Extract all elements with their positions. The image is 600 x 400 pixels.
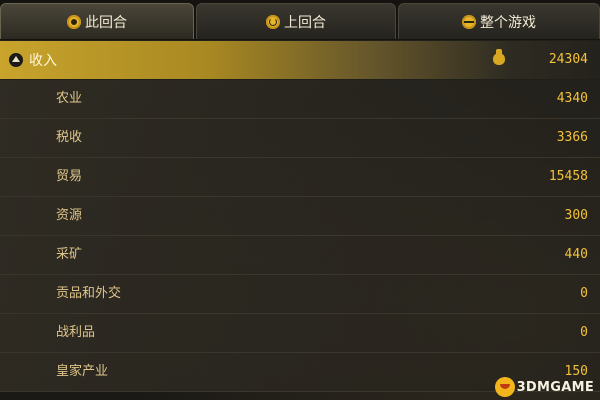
- tab-label: 此回合: [85, 14, 127, 31]
- tab-label: 上回合: [284, 14, 326, 31]
- row-value: 3366: [556, 130, 588, 145]
- income-total-value: 24304: [548, 52, 588, 67]
- list-item-agriculture: 农业 4340: [0, 80, 600, 119]
- row-value: 4340: [556, 91, 588, 106]
- mascot-logo-icon: [494, 377, 515, 397]
- list-item-resources: 资源 300: [0, 197, 600, 236]
- row-label: 皇家产业: [56, 364, 109, 379]
- row-label: 资源: [56, 208, 83, 223]
- tab-this-turn[interactable]: 此回合: [0, 3, 194, 39]
- income-label: 收入: [29, 53, 57, 69]
- row-value: 15458: [548, 169, 588, 184]
- list-item-tribute-diplomacy: 贡品和外交 0: [0, 275, 600, 314]
- row-label: 战利品: [56, 325, 96, 340]
- row-label: 农业: [56, 91, 83, 106]
- tab-last-turn[interactable]: 上回合: [196, 3, 396, 39]
- list-item-mining: 采矿 440: [0, 236, 600, 275]
- row-value: 0: [580, 286, 588, 301]
- row-value: 300: [564, 208, 588, 223]
- finance-panel: 此回合 上回合 整个游戏 收入 24304 农业 4340 税收 3366 贸易…: [0, 0, 600, 400]
- row-value: 0: [580, 325, 588, 340]
- tab-whole-game[interactable]: 整个游戏: [398, 3, 600, 39]
- row-value: 440: [564, 247, 588, 262]
- whole-game-icon: [462, 14, 476, 29]
- list-item-spoils: 战利品 0: [0, 314, 600, 353]
- row-label: 贡品和外交: [56, 286, 122, 301]
- tab-bar: 此回合 上回合 整个游戏: [0, 0, 600, 40]
- previous-turn-icon: [266, 14, 280, 29]
- current-turn-icon: [67, 14, 81, 29]
- row-label: 采矿: [56, 247, 83, 262]
- income-breakdown-list: 农业 4340 税收 3366 贸易 15458 资源 300 采矿 440 贡…: [0, 80, 600, 392]
- list-item-tax: 税收 3366: [0, 119, 600, 158]
- moneybag-icon: [493, 49, 505, 65]
- tab-label: 整个游戏: [480, 14, 536, 31]
- row-label: 税收: [56, 130, 83, 145]
- list-item-trade: 贸易 15458: [0, 158, 600, 197]
- income-header-row[interactable]: 收入 24304: [0, 41, 600, 79]
- row-label: 贸易: [56, 169, 83, 184]
- collapse-arrow-icon[interactable]: [9, 53, 23, 67]
- site-watermark: 3DMGAME: [494, 376, 594, 398]
- watermark-text: 3DMGAME: [516, 379, 594, 395]
